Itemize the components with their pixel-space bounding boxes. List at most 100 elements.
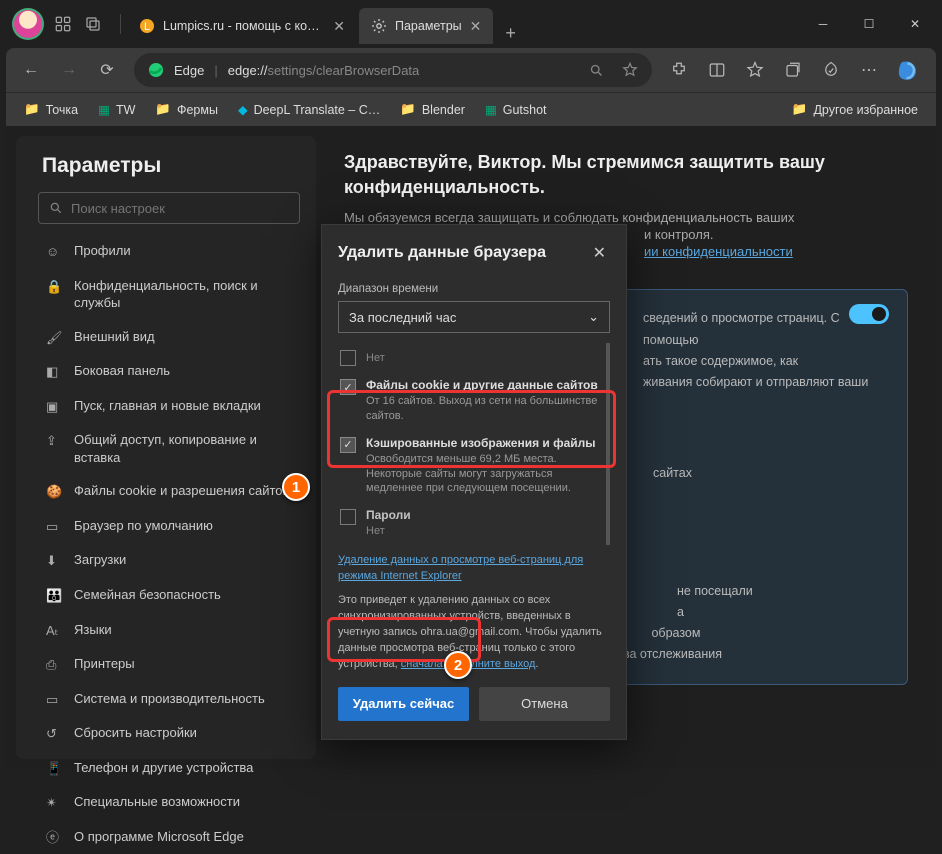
checkbox[interactable]: ✓ (340, 437, 356, 453)
forward-button: → (52, 53, 86, 87)
tracking-toggle[interactable] (849, 304, 889, 324)
nav-reset[interactable]: ↺Сбросить настройки (34, 716, 308, 751)
nav-privacy[interactable]: 🔒Конфиденциальность, поиск и службы (34, 269, 308, 320)
clear-now-button[interactable]: Удалить сейчас (338, 687, 469, 721)
sync-note: Это приведет к удалению данных со всех с… (338, 593, 610, 673)
bookmark-blender[interactable]: 📁Blender (392, 98, 473, 121)
check-desc: От 16 сайтов. Выход из сети на большинст… (366, 394, 600, 424)
bookmark-fermy[interactable]: 📁Фермы (147, 98, 226, 121)
bookmarks-bar: 📁Точка ▦TW 📁Фермы ◆DeepL Translate – C… … (6, 92, 936, 126)
folder-icon: 📁 (155, 102, 171, 117)
language-icon: Aₜ (46, 622, 62, 640)
close-icon[interactable]: ✕ (470, 18, 482, 35)
collections-button[interactable] (776, 53, 810, 87)
timerange-select[interactable]: За последний час ⌄ (338, 301, 610, 333)
nav-share[interactable]: ⇪Общий доступ, копирование и вставка (34, 423, 308, 474)
nav-family[interactable]: 👪Семейная безопасность (34, 578, 308, 613)
close-icon[interactable]: ✕ (333, 18, 345, 35)
nav-sidebar[interactable]: ◧Боковая панель (34, 354, 308, 389)
copilot-button[interactable] (890, 51, 928, 89)
tab-lumpics[interactable]: L Lumpics.ru - помощь с компью… ✕ (127, 8, 357, 44)
tabbar: L Lumpics.ru - помощь с компью… ✕ Параме… (127, 4, 800, 44)
settings-search-input[interactable] (71, 201, 289, 216)
lock-icon: 🔒 (46, 278, 62, 296)
nav-profiles[interactable]: ☺Профили (34, 234, 308, 269)
tab-actions-icon[interactable] (84, 15, 102, 33)
split-screen-button[interactable] (700, 53, 734, 87)
nav-start[interactable]: ▣Пуск, главная и новые вкладки (34, 389, 308, 424)
checkbox[interactable]: ✓ (340, 379, 356, 395)
profile-avatar[interactable] (12, 8, 44, 40)
family-icon: 👪 (46, 587, 62, 605)
nav-languages[interactable]: AₜЯзыки (34, 613, 308, 648)
check-desc: Освободится меньше 69,2 МБ места. Некото… (366, 452, 600, 497)
clear-data-list[interactable]: Нет ✓ Файлы cookie и другие данные сайто… (338, 343, 610, 545)
nav-about[interactable]: ⓔО программе Microsoft Edge (34, 820, 308, 854)
refresh-button[interactable]: ⟳ (90, 53, 124, 87)
sidebar-title: Параметры (34, 154, 308, 178)
cookie-icon: 🍪 (46, 483, 62, 501)
close-window-button[interactable]: ✕ (892, 4, 938, 44)
nav-default-browser[interactable]: ▭Браузер по умолчанию (34, 509, 308, 544)
browser-essentials-button[interactable] (814, 53, 848, 87)
chevron-down-icon: ⌄ (588, 309, 599, 325)
new-tab-button[interactable]: + (495, 23, 526, 44)
check-item-passwords[interactable]: ПаролиНет (338, 502, 602, 545)
folder-icon: 📁 (24, 102, 40, 117)
cancel-button[interactable]: Отмена (479, 687, 610, 721)
check-item-cookies[interactable]: ✓ Файлы cookie и другие данные сайтов От … (338, 372, 602, 430)
sheets-icon: ▦ (485, 102, 497, 117)
search-icon[interactable] (589, 63, 604, 78)
check-title: Кэшированные изображения и файлы (366, 436, 600, 450)
nav-printers[interactable]: ⎙Принтеры (34, 647, 308, 682)
panel-icon: ◧ (46, 363, 62, 381)
url-path: settings/clearBrowserData (268, 63, 420, 78)
check-item-cache[interactable]: ✓ Кэшированные изображения и файлы Освобо… (338, 430, 602, 503)
bookmark-gutshot[interactable]: ▦Gutshot (477, 98, 555, 121)
maximize-button[interactable]: ☐ (846, 4, 892, 44)
checkbox[interactable] (340, 509, 356, 525)
settings-search[interactable] (38, 192, 300, 224)
timerange-label: Диапазон времени (338, 283, 610, 295)
edge-icon (148, 62, 164, 78)
check-item-history[interactable]: Нет (338, 343, 602, 372)
printer-icon: ⎙ (46, 656, 62, 674)
back-button[interactable]: ← (14, 53, 48, 87)
nav-appearance[interactable]: 🖌Внешний вид (34, 320, 308, 355)
dialog-close-button[interactable]: ✕ (589, 239, 610, 267)
minimize-button[interactable]: ─ (800, 4, 846, 44)
other-bookmarks[interactable]: 📁Другое избранное (784, 98, 926, 121)
tab-label: Параметры (395, 19, 462, 33)
extensions-button[interactable] (662, 53, 696, 87)
settings-sidebar: Параметры ☺Профили 🔒Конфиденциальность, … (16, 136, 316, 759)
favorite-icon[interactable] (622, 62, 638, 78)
bookmark-tw[interactable]: ▦TW (90, 98, 143, 121)
bookmark-tochka[interactable]: 📁Точка (16, 98, 86, 121)
nav-accessibility[interactable]: ✴Специальные возможности (34, 785, 308, 820)
bookmark-deepl[interactable]: ◆DeepL Translate – C… (230, 98, 388, 121)
deepl-icon: ◆ (238, 102, 248, 117)
nav-phone[interactable]: 📱Телефон и другие устройства (34, 751, 308, 786)
favorites-button[interactable] (738, 53, 772, 87)
ie-mode-link[interactable]: Удаление данных о просмотре веб-страниц … (338, 554, 583, 582)
edge-icon: ⓔ (46, 829, 62, 847)
share-icon: ⇪ (46, 432, 62, 450)
page-heading: Здравствуйте, Виктор. Мы стремимся защит… (344, 150, 864, 200)
titlebar: L Lumpics.ru - помощь с компью… ✕ Параме… (0, 0, 942, 48)
folder-icon: 📁 (792, 102, 808, 117)
check-title: Файлы cookie и другие данные сайтов (366, 378, 600, 392)
nav-cookies[interactable]: 🍪Файлы cookie и разрешения сайтов (34, 474, 308, 509)
nav-downloads[interactable]: ⬇Загрузки (34, 543, 308, 578)
settings-nav: ☺Профили 🔒Конфиденциальность, поиск и сл… (34, 234, 308, 854)
toolbar: ← → ⟳ Edge | edge://settings/clearBrowse… (6, 48, 936, 92)
more-button[interactable]: ⋯ (852, 53, 886, 87)
checkbox[interactable] (340, 350, 356, 366)
ie-link-row: Удаление данных о просмотре веб-страниц … (338, 553, 610, 585)
privacy-link[interactable]: ии конфиденциальности (644, 244, 793, 259)
profile-icon: ☺ (46, 243, 62, 261)
address-bar[interactable]: Edge | edge://settings/clearBrowserData (134, 53, 652, 87)
nav-system[interactable]: ▭Система и производительность (34, 682, 308, 717)
workspaces-icon[interactable] (54, 15, 72, 33)
search-icon (49, 201, 63, 215)
tab-settings[interactable]: Параметры ✕ (359, 8, 493, 44)
